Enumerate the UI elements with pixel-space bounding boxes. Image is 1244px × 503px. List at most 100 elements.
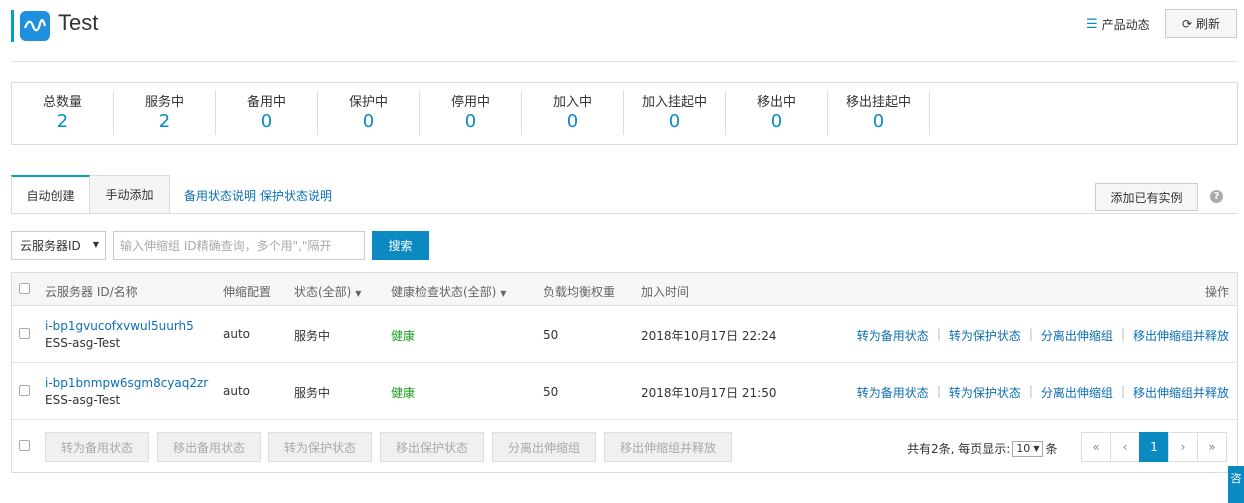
to-protected-link[interactable]: 转为保护状态 — [949, 327, 1021, 344]
detach-link[interactable]: 分离出伸缩组 — [1041, 384, 1113, 401]
stat-removing-pending: 移出挂起中 0 — [828, 91, 930, 135]
current-page-button[interactable]: 1 — [1139, 432, 1169, 462]
title-accent-bar — [11, 10, 14, 42]
stat-label: 加入挂起中 — [641, 95, 707, 110]
health-status: 健康 — [391, 329, 416, 343]
lb-weight: 50 — [543, 328, 559, 342]
table-header: 云服务器 ID/名称 伸缩配置 状态(全部) ▼ 健康检查状态(全部) ▼ 负载… — [12, 273, 1237, 306]
search-button-label: 搜索 — [388, 239, 413, 253]
product-news-link[interactable]: ☰ 产品动态 — [1086, 16, 1150, 33]
stat-adding: 加入中 0 — [522, 91, 624, 135]
bulk-remove-protected-button[interactable]: 移出保护状态 — [380, 432, 484, 462]
app-logo-icon — [20, 11, 50, 41]
instance-stats-panel: 总数量 2 服务中 2 备用中 0 保护中 0 停用中 0 加入中 0 加入挂起… — [11, 82, 1238, 145]
scaling-config: auto — [223, 384, 251, 398]
row-checkbox[interactable] — [19, 385, 30, 396]
help-icon[interactable]: ? — [1210, 190, 1223, 203]
caret-down-icon: ▼ — [500, 289, 507, 298]
col-instance-id: 云服务器 ID/名称 — [45, 285, 138, 299]
stat-in-service: 服务中 2 — [114, 91, 216, 135]
table-row: i-bp1gvucofxvwul5uurh5 ESS-asg-Test auto… — [12, 306, 1237, 363]
tab-label: 手动添加 — [105, 188, 154, 202]
stat-value[interactable]: 0 — [318, 111, 419, 132]
add-existing-label: 添加已有实例 — [1110, 190, 1183, 205]
stat-label: 加入中 — [552, 95, 592, 110]
select-all-checkbox[interactable] — [19, 283, 30, 294]
tab-auto-created[interactable]: 自动创建 — [11, 175, 90, 214]
stat-value[interactable]: 0 — [216, 111, 317, 132]
remove-release-link[interactable]: 移出伸缩组并释放 — [1133, 384, 1229, 401]
search-type-select[interactable]: 云服务器ID ▼ — [11, 231, 106, 260]
col-health-filter[interactable]: 健康检查状态(全部) ▼ — [391, 283, 506, 300]
search-input[interactable] — [113, 231, 365, 260]
row-actions: 转为备用状态 | 转为保护状态 | 分离出伸缩组 | 移出伸缩组并释放 — [857, 327, 1229, 344]
stat-value[interactable]: 0 — [420, 111, 521, 132]
separator: | — [1028, 384, 1033, 398]
scaling-config: auto — [223, 327, 251, 341]
join-time: 2018年10月17日 22:24 — [641, 329, 777, 343]
standby-status-help-link[interactable]: 备用状态说明 — [184, 187, 256, 204]
instance-id-link[interactable]: i-bp1bnmpw6sgm8cyaq2zr — [45, 376, 208, 390]
stat-label: 保护中 — [348, 95, 388, 110]
table-row: i-bp1bnmpw6sgm8cyaq2zr ESS-asg-Test auto… — [12, 363, 1237, 420]
detach-link[interactable]: 分离出伸缩组 — [1041, 327, 1113, 344]
bulk-to-standby-button[interactable]: 转为备用状态 — [45, 432, 149, 462]
product-news-label: 产品动态 — [1101, 18, 1150, 32]
refresh-icon: ⟳ — [1181, 16, 1193, 31]
bulk-remove-standby-button[interactable]: 移出备用状态 — [157, 432, 261, 462]
bulk-detach-button[interactable]: 分离出伸缩组 — [492, 432, 596, 462]
add-existing-instance-button[interactable]: 添加已有实例 — [1095, 183, 1198, 211]
stat-label: 移出中 — [756, 95, 796, 110]
health-status: 健康 — [391, 386, 416, 400]
remove-release-link[interactable]: 移出伸缩组并释放 — [1133, 327, 1229, 344]
stat-value[interactable]: 2 — [114, 111, 215, 132]
caret-down-icon: ▼ — [355, 289, 362, 298]
separator: | — [1120, 384, 1125, 398]
stat-value[interactable]: 0 — [522, 111, 623, 132]
search-button[interactable]: 搜索 — [372, 231, 429, 260]
pagination-info: 共有2条, 每页显示: 10 ▼ 条 — [907, 440, 1057, 457]
instance-id-link[interactable]: i-bp1gvucofxvwul5uurh5 — [45, 319, 194, 333]
instance-name: ESS-asg-Test — [45, 336, 121, 350]
refresh-button[interactable]: ⟳ 刷新 — [1165, 9, 1237, 38]
protect-status-help-link[interactable]: 保护状态说明 — [260, 187, 332, 204]
tab-manually-added[interactable]: 手动添加 — [90, 175, 170, 214]
col-lb-weight: 负载均衡权重 — [543, 285, 616, 299]
list-icon: ☰ — [1086, 17, 1098, 32]
stat-label: 移出挂起中 — [845, 95, 911, 110]
prev-page-button[interactable]: ‹ — [1110, 432, 1140, 462]
stat-value[interactable]: 0 — [726, 111, 827, 132]
page-size-select[interactable]: 10 ▼ — [1012, 440, 1044, 457]
to-protected-link[interactable]: 转为保护状态 — [949, 384, 1021, 401]
stat-value[interactable]: 0 — [828, 111, 929, 132]
stat-total: 总数量 2 — [12, 91, 114, 135]
stat-standby: 备用中 0 — [216, 91, 318, 135]
col-status-filter[interactable]: 状态(全部) ▼ — [294, 283, 361, 300]
row-checkbox[interactable] — [19, 328, 30, 339]
next-page-button[interactable]: › — [1168, 432, 1198, 462]
to-standby-link[interactable]: 转为备用状态 — [857, 384, 929, 401]
bulk-remove-release-button[interactable]: 移出伸缩组并释放 — [604, 432, 732, 462]
caret-down-icon: ▼ — [1033, 444, 1040, 453]
header-divider — [11, 61, 1238, 62]
tab-divider — [11, 213, 1238, 214]
stat-value[interactable]: 0 — [624, 111, 725, 132]
page-size-unit: 条 — [1045, 442, 1058, 456]
bulk-to-protected-button[interactable]: 转为保护状态 — [268, 432, 372, 462]
consult-side-tab[interactable]: 咨 — [1228, 466, 1244, 503]
stat-value[interactable]: 2 — [12, 111, 113, 132]
separator: | — [1028, 327, 1033, 341]
footer-select-all-checkbox[interactable] — [19, 440, 30, 451]
stat-protected: 保护中 0 — [318, 91, 420, 135]
page-size-value: 10 — [1016, 442, 1031, 455]
stat-stopped: 停用中 0 — [420, 91, 522, 135]
separator: | — [1120, 327, 1125, 341]
consult-label: 咨 — [1230, 472, 1242, 485]
to-standby-link[interactable]: 转为备用状态 — [857, 327, 929, 344]
last-page-button[interactable]: » — [1197, 432, 1227, 462]
stat-adding-pending: 加入挂起中 0 — [624, 91, 726, 135]
stat-label: 停用中 — [450, 95, 490, 110]
col-scaling-config: 伸缩配置 — [223, 285, 272, 299]
separator: | — [936, 327, 941, 341]
first-page-button[interactable]: « — [1081, 432, 1111, 462]
